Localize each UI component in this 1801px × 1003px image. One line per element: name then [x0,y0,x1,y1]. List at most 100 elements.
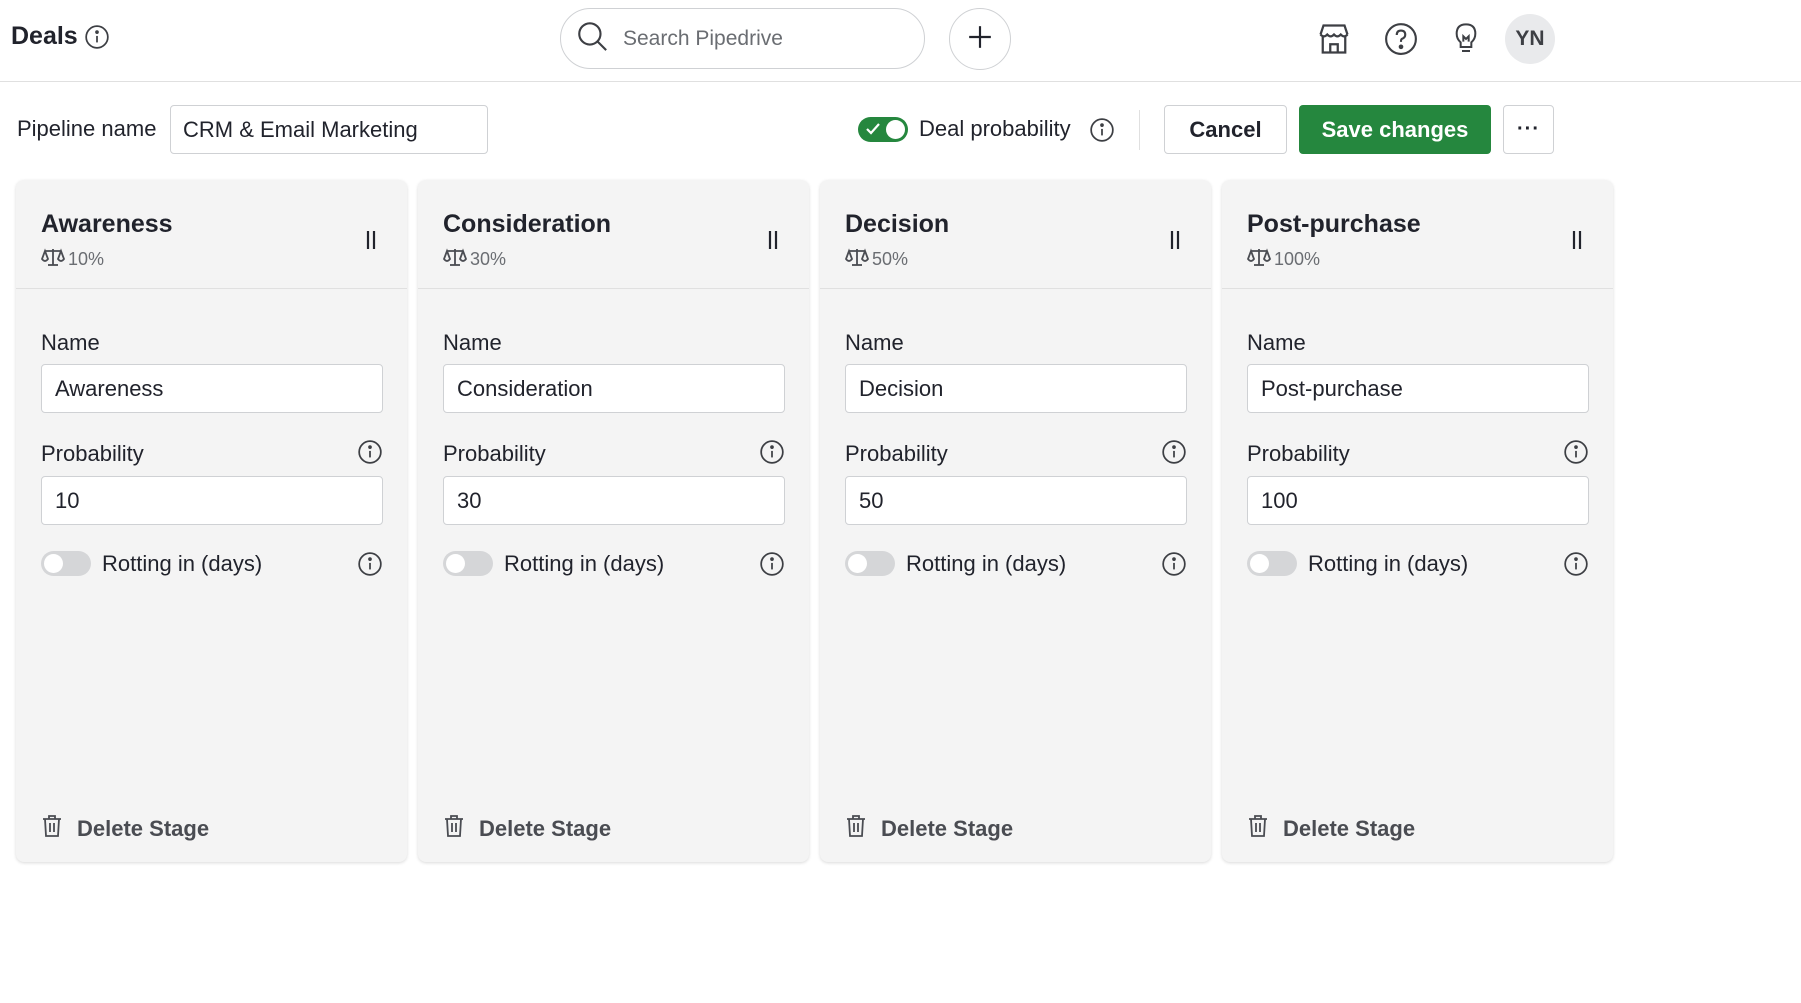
info-icon[interactable] [1161,439,1187,470]
more-options-button[interactable]: ··· [1503,105,1554,154]
info-icon[interactable] [1089,117,1115,148]
name-label: Name [41,330,100,355]
probability-label: Probability [845,441,948,466]
stage-probability-value: 100% [1274,249,1321,269]
check-icon [865,121,881,142]
stage-column: Awareness 10% Name Probability Rotting i… [16,180,407,862]
top-navigation-bar: Deals YN [0,0,1801,82]
info-icon[interactable] [84,24,110,50]
stage-column: Consideration 30% Name Probability Rotti… [418,180,809,862]
info-icon[interactable] [759,439,785,470]
stage-name-input[interactable] [443,364,785,413]
delete-stage-label: Delete Stage [479,816,612,841]
stage-header: Decision 50% [820,180,1211,289]
name-label: Name [1247,330,1306,355]
stage-probability-value: 10% [68,249,105,269]
name-label: Name [845,330,904,355]
info-icon[interactable] [1161,551,1187,582]
drag-handle-icon[interactable] [766,230,780,255]
stage-column: Decision 50% Name Probability Rotting in… [820,180,1211,862]
page-header: Deals [11,22,110,51]
drag-handle-icon[interactable] [1168,230,1182,255]
delete-stage-label: Delete Stage [77,816,210,841]
scale-icon [1246,247,1272,272]
stage-probability: 10% [40,247,105,272]
probability-input[interactable] [443,476,785,525]
rotting-toggle[interactable] [443,551,493,576]
rotting-label: Rotting in (days) [906,551,1067,576]
stage-probability-value: 50% [872,249,909,269]
rotting-toggle[interactable] [1247,551,1297,576]
stage-probability: 50% [844,247,909,272]
probability-input[interactable] [41,476,383,525]
probability-input[interactable] [1247,476,1589,525]
stage-title: Post-purchase [1247,210,1421,238]
stage-header: Consideration 30% [418,180,809,289]
info-icon[interactable] [357,551,383,582]
toggle-knob [446,554,465,573]
delete-stage-label: Delete Stage [1283,816,1416,841]
info-icon[interactable] [759,551,785,582]
stage-column: Post-purchase 100% Name Probability Rott… [1222,180,1613,862]
delete-stage-button[interactable]: Delete Stage [443,814,611,844]
trash-icon [845,814,867,844]
delete-stage-label: Delete Stage [881,816,1014,841]
info-icon[interactable] [1563,439,1589,470]
help-icon[interactable] [1382,20,1420,58]
probability-input[interactable] [845,476,1187,525]
stage-probability: 30% [442,247,507,272]
info-icon[interactable] [357,439,383,470]
toggle-knob [1250,554,1269,573]
toggle-knob [848,554,867,573]
delete-stage-button[interactable]: Delete Stage [41,814,209,844]
divider [1139,110,1140,150]
add-button[interactable] [949,8,1011,70]
scale-icon [442,247,468,272]
rotting-label: Rotting in (days) [102,551,263,576]
rotting-label: Rotting in (days) [504,551,665,576]
deal-probability-label: Deal probability [919,116,1071,141]
probability-label: Probability [41,441,144,466]
pipeline-name-input[interactable] [170,105,488,154]
info-icon[interactable] [1563,551,1589,582]
search-icon [575,19,609,58]
delete-stage-button[interactable]: Delete Stage [845,814,1013,844]
rotting-toggle[interactable] [41,551,91,576]
stage-name-input[interactable] [845,364,1187,413]
stage-header: Post-purchase 100% [1222,180,1613,289]
scale-icon [844,247,870,272]
toggle-knob [886,120,905,139]
name-label: Name [443,330,502,355]
stage-name-input[interactable] [1247,364,1589,413]
stage-name-input[interactable] [41,364,383,413]
stage-probability: 100% [1246,247,1321,272]
stage-title: Consideration [443,210,612,238]
page-title: Deals [11,22,78,50]
plus-icon [967,24,993,55]
toggle-knob [44,554,63,573]
search-box[interactable] [560,8,925,69]
stage-title: Awareness [41,210,173,238]
marketplace-icon[interactable] [1315,20,1353,58]
scale-icon [40,247,66,272]
probability-label: Probability [443,441,546,466]
delete-stage-button[interactable]: Delete Stage [1247,814,1415,844]
trash-icon [1247,814,1269,844]
stage-probability-value: 30% [470,249,507,269]
avatar[interactable]: YN [1505,14,1555,64]
stage-header: Awareness 10% [16,180,407,289]
drag-handle-icon[interactable] [364,230,378,255]
trash-icon [443,814,465,844]
deal-probability-toggle[interactable] [858,117,908,142]
cancel-button[interactable]: Cancel [1164,105,1287,154]
trash-icon [41,814,63,844]
save-changes-button[interactable]: Save changes [1299,105,1491,154]
rotting-label: Rotting in (days) [1308,551,1469,576]
lightbulb-icon[interactable] [1447,20,1485,58]
rotting-toggle[interactable] [845,551,895,576]
stage-title: Decision [845,210,950,238]
probability-label: Probability [1247,441,1350,466]
pipeline-name-label: Pipeline name [17,116,157,141]
drag-handle-icon[interactable] [1570,230,1584,255]
search-input[interactable] [623,26,903,51]
